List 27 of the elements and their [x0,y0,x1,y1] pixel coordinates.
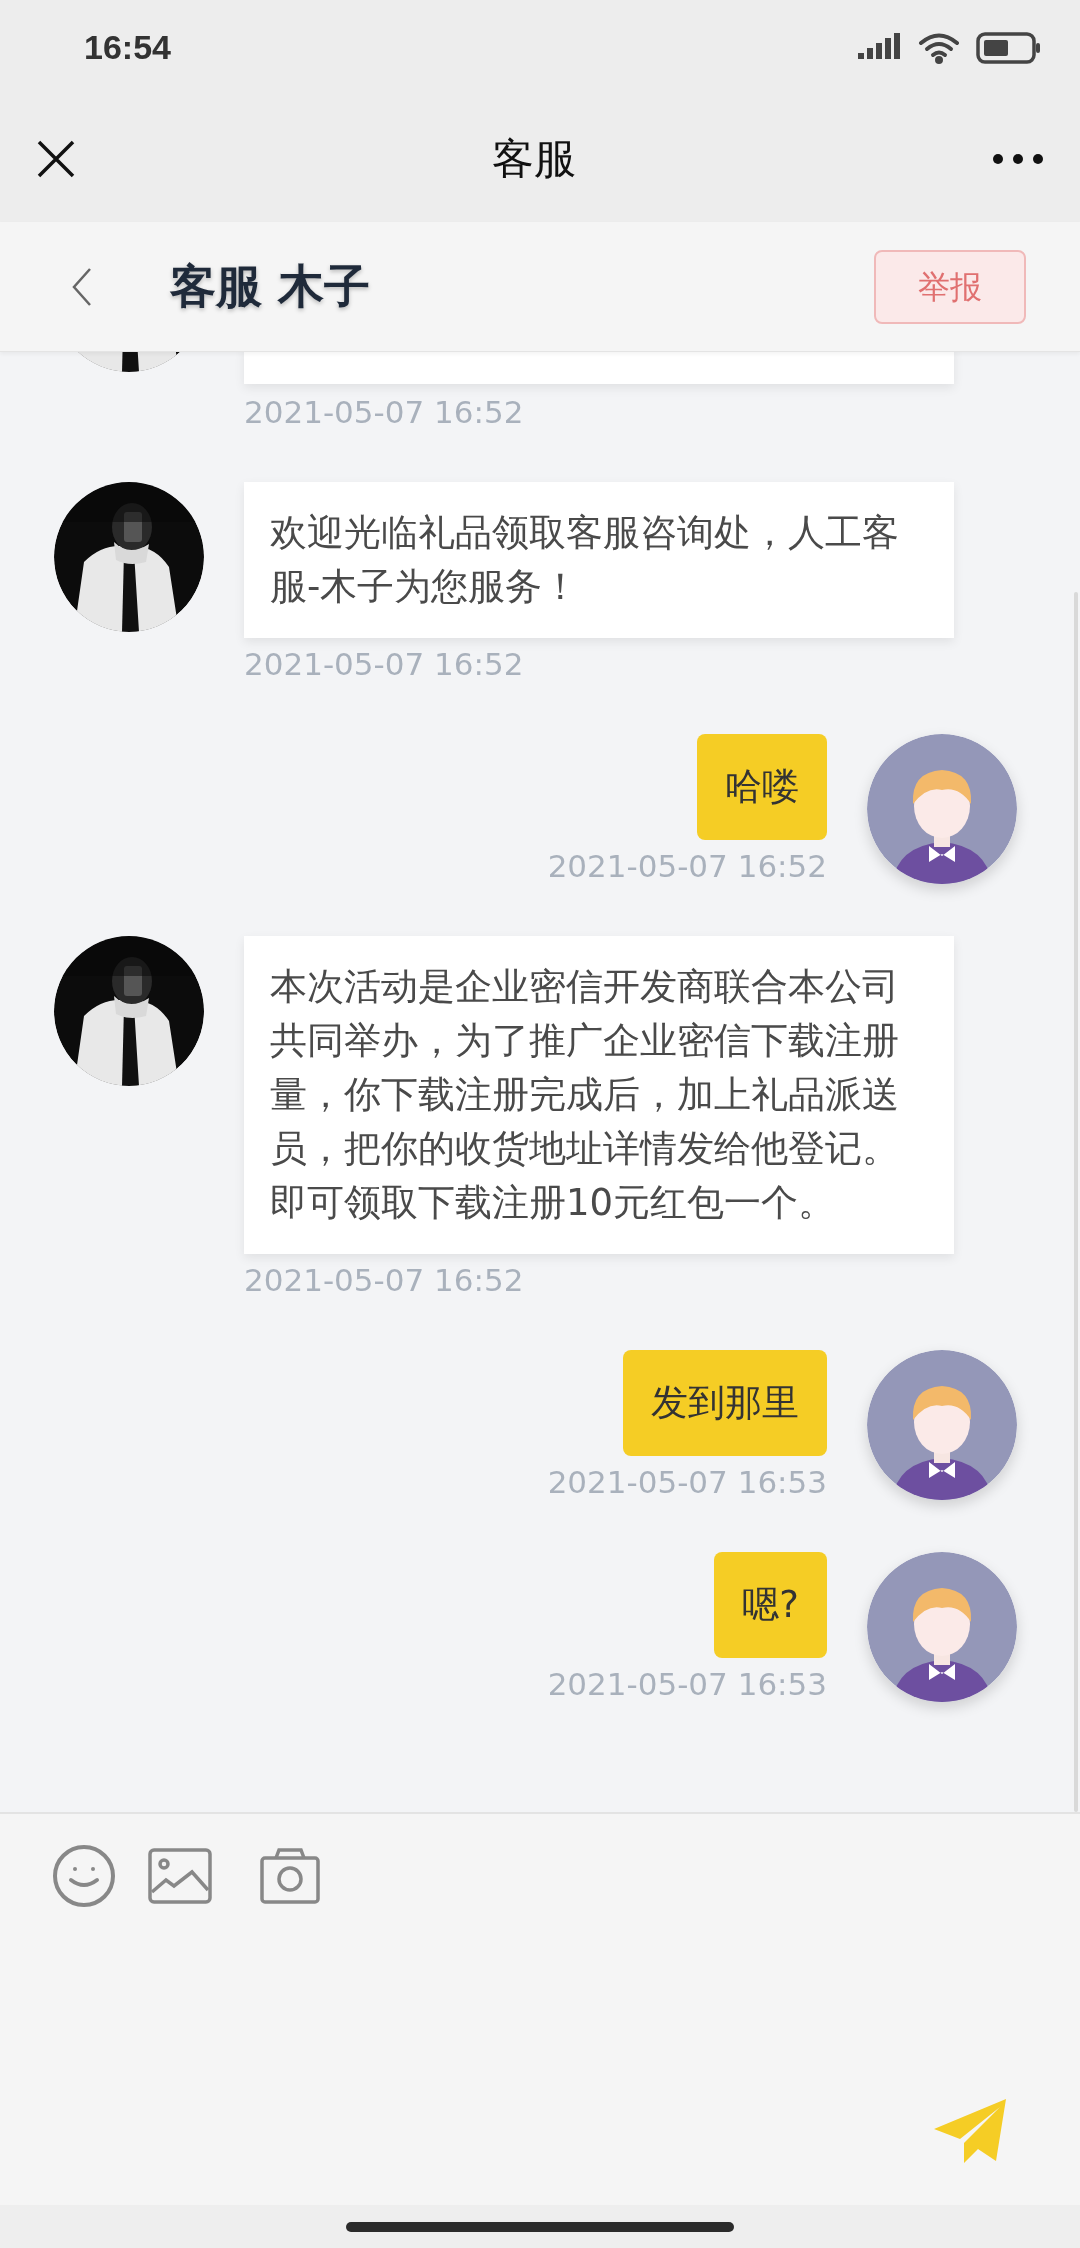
emoji-icon[interactable] [52,1844,116,1908]
status-time: 16:54 [84,27,171,68]
message-bubble: 欢迎光临礼品领取客服咨询处，人工客服-木子为您服务！ [244,482,954,638]
message-bubble: 本次活动是企业密信开发商联合本公司共同举办，为了推广企业密信下载注册量，你下载注册完成后，加上礼品派送员，把你的收货地址详情发给他登记。即可领取下载注册10元红包一个。 [244,936,954,1254]
battery-icon [976,31,1042,64]
report-button[interactable]: 举报 [874,249,1026,324]
wifi-icon [918,31,960,64]
user-avatar-icon [867,1350,1017,1500]
chat-title: 客服 木子 [170,258,370,315]
message-time: 2021-05-07 16:52 [244,1261,525,1300]
message-time: 2021-05-07 16:52 [244,645,525,684]
user-avatar-icon [867,1552,1017,1702]
message-time: 2021-05-07 16:52 [547,847,827,886]
more-icon[interactable] [992,152,1044,165]
close-icon[interactable] [36,138,76,179]
message-bubble: 嗯? [714,1552,827,1658]
message-bubble: 哈喽 [697,734,827,840]
home-indicator[interactable] [346,2221,734,2232]
image-icon[interactable] [148,1848,212,1904]
message-time: 2021-05-07 16:53 [547,1463,827,1502]
message-time: 2021-05-07 16:52 [244,393,525,432]
message-time: 2021-05-07 16:53 [547,1665,827,1704]
page-title: 客服 [492,133,576,185]
camera-icon[interactable] [260,1848,320,1904]
user-avatar-icon [867,734,1017,884]
message-bubble: 发到那里 [623,1350,827,1456]
back-icon[interactable] [72,266,92,307]
